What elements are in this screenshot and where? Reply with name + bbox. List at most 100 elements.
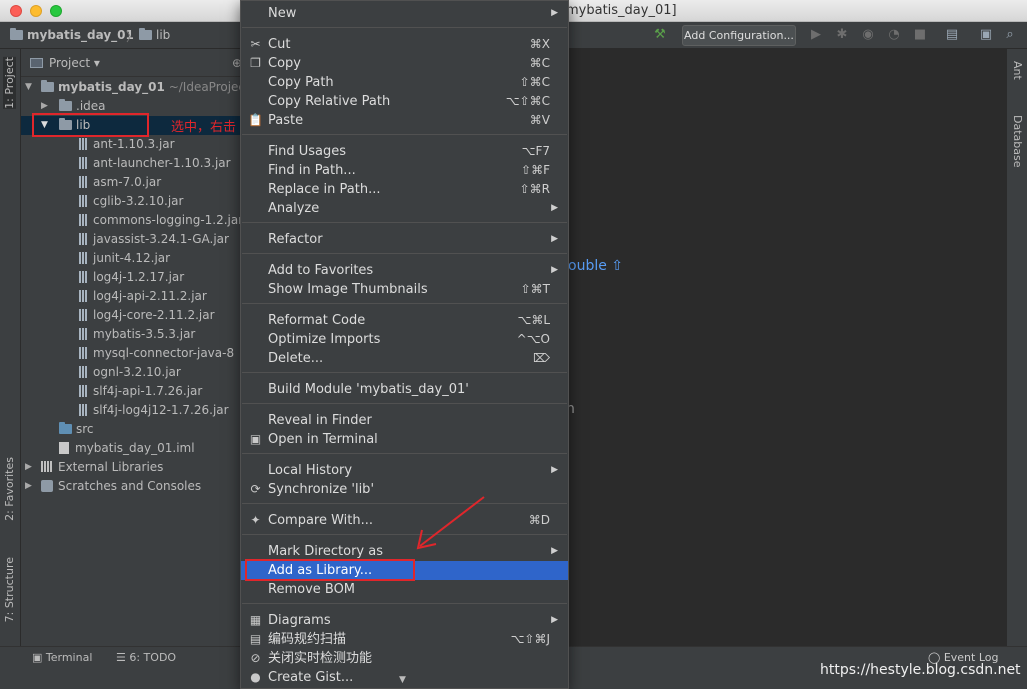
- menu-item-open-in-terminal[interactable]: ▣ Open in Terminal: [241, 430, 568, 449]
- tree-item-jar[interactable]: log4j-1.2.17.jar: [21, 268, 242, 287]
- project-view-selector[interactable]: Project ▾: [49, 56, 100, 70]
- menu-item-reformat-code[interactable]: Reformat Code ⌥⌘L: [241, 311, 568, 330]
- minimize-window-button[interactable]: [30, 5, 42, 17]
- tree-item-jar[interactable]: commons-logging-1.2.jar: [21, 211, 242, 230]
- jar-icon: [79, 404, 87, 416]
- menu-item-local-history[interactable]: Local History ▶: [241, 461, 568, 480]
- jar-icon: [79, 347, 87, 359]
- expanded-arrow-icon[interactable]: ▼: [25, 78, 32, 97]
- coverage-icon[interactable]: ◉: [860, 27, 876, 43]
- github-icon: ●: [250, 670, 261, 684]
- terminal-icon[interactable]: ▣: [978, 27, 994, 43]
- close-window-button[interactable]: [10, 5, 22, 17]
- search-everywhere-icon[interactable]: ⌕: [1002, 27, 1018, 43]
- annotation-text: 选中，右击: [171, 120, 237, 135]
- project-tree: ▼ mybatis_day_01 ~/IdeaProjects ▶ .idea …: [21, 78, 242, 496]
- tree-item-jar[interactable]: ant-launcher-1.10.3.jar: [21, 154, 242, 173]
- terminal-icon: ▣: [32, 651, 46, 664]
- jar-icon: [79, 271, 87, 283]
- folder-icon: [59, 99, 72, 111]
- tree-item-jar[interactable]: junit-4.12.jar: [21, 249, 242, 268]
- add-configuration-button[interactable]: Add Configuration...: [682, 25, 796, 46]
- menu-item-delete[interactable]: Delete... ⌦: [241, 349, 568, 368]
- breadcrumb-separator: 〉: [126, 30, 139, 44]
- menu-item-compare-with[interactable]: ✦ Compare With... ⌘D: [241, 511, 568, 530]
- menu-item-replace-in-path[interactable]: Replace in Path... ⇧⌘R: [241, 180, 568, 199]
- menu-item-cut[interactable]: ✂ Cut ⌘X: [241, 35, 568, 54]
- jar-icon: [79, 252, 87, 264]
- jar-icon: [79, 290, 87, 302]
- tab-terminal[interactable]: ▣ Terminal: [32, 651, 92, 664]
- tab-favorites[interactable]: 2: Favorites: [3, 457, 16, 521]
- tree-item-src[interactable]: src: [21, 420, 242, 439]
- module-file-icon: [59, 442, 69, 454]
- menu-item-code-scan[interactable]: ▤ 编码规约扫描 ⌥⇧⌘J: [241, 630, 568, 649]
- tree-item-jar[interactable]: slf4j-log4j12-1.7.26.jar: [21, 401, 242, 420]
- scan-icon: ▤: [249, 632, 262, 646]
- tree-item-jar[interactable]: cglib-3.2.10.jar: [21, 192, 242, 211]
- scratches-icon: [41, 480, 53, 492]
- tree-item-jar[interactable]: mybatis-3.5.3.jar: [21, 325, 242, 344]
- zoom-window-button[interactable]: [50, 5, 62, 17]
- refresh-icon: ⟳: [250, 482, 261, 496]
- submenu-arrow-icon: ▶: [551, 465, 558, 475]
- project-structure-icon[interactable]: ▤: [944, 27, 960, 43]
- build-hammer-icon[interactable]: ⚒: [652, 27, 668, 43]
- menu-scroll-down-icon[interactable]: ▼: [399, 675, 406, 685]
- tab-structure[interactable]: 7: Structure: [3, 557, 16, 622]
- collapsed-arrow-icon[interactable]: ▶: [25, 477, 32, 496]
- menu-separator: [242, 603, 567, 604]
- jar-icon: [79, 195, 87, 207]
- menu-item-synchronize[interactable]: ⟳ Synchronize 'lib': [241, 480, 568, 499]
- menu-item-diagrams[interactable]: ▦ Diagrams ▶: [241, 611, 568, 630]
- jar-icon: [79, 385, 87, 397]
- menu-item-add-to-favorites[interactable]: Add to Favorites ▶: [241, 261, 568, 280]
- diagram-icon: ▦: [249, 613, 262, 627]
- menu-item-copy[interactable]: ❐ Copy ⌘C: [241, 54, 568, 73]
- tree-item-jar[interactable]: mysql-connector-java-8: [21, 344, 242, 363]
- tab-ant[interactable]: Ant: [1011, 61, 1024, 80]
- tree-item-external-libraries[interactable]: ▶ External Libraries: [21, 458, 242, 477]
- menu-item-new[interactable]: New ▶: [241, 4, 568, 23]
- menu-item-find-usages[interactable]: Find Usages ⌥F7: [241, 142, 568, 161]
- tree-item-jar[interactable]: log4j-api-2.11.2.jar: [21, 287, 242, 306]
- tree-item-jar[interactable]: slf4j-api-1.7.26.jar: [21, 382, 242, 401]
- debug-icon[interactable]: ✱: [834, 27, 850, 43]
- breadcrumb-lib[interactable]: lib: [139, 28, 170, 42]
- menu-item-paste[interactable]: 📋 Paste ⌘V: [241, 111, 568, 130]
- menu-item-copy-relative-path[interactable]: Copy Relative Path ⌥⇧⌘C: [241, 92, 568, 111]
- menu-item-disable-realtime-check[interactable]: ⊘ 关闭实时检测功能: [241, 649, 568, 668]
- stop-icon[interactable]: ■: [912, 27, 928, 43]
- menu-item-find-in-path[interactable]: Find in Path... ⇧⌘F: [241, 161, 568, 180]
- tree-item-iml[interactable]: mybatis_day_01.iml: [21, 439, 242, 458]
- tree-item-jar[interactable]: javassist-3.24.1-GA.jar: [21, 230, 242, 249]
- breadcrumb-project[interactable]: mybatis_day_01: [10, 28, 134, 42]
- menu-item-remove-bom[interactable]: Remove BOM: [241, 580, 568, 599]
- folder-icon: [139, 28, 152, 40]
- menu-item-refactor[interactable]: Refactor ▶: [241, 230, 568, 249]
- tab-database[interactable]: Database: [1011, 115, 1024, 168]
- run-icon[interactable]: ▶: [808, 27, 824, 43]
- tree-item-scratches[interactable]: ▶ Scratches and Consoles: [21, 477, 242, 496]
- tree-item-jar[interactable]: asm-7.0.jar: [21, 173, 242, 192]
- tree-item-jar[interactable]: log4j-core-2.11.2.jar: [21, 306, 242, 325]
- menu-item-show-image-thumbnails[interactable]: Show Image Thumbnails ⇧⌘T: [241, 280, 568, 299]
- tree-item-root[interactable]: ▼ mybatis_day_01 ~/IdeaProjects: [21, 78, 242, 97]
- submenu-arrow-icon: ▶: [551, 8, 558, 18]
- menu-item-analyze[interactable]: Analyze ▶: [241, 199, 568, 218]
- tab-project[interactable]: 1: Project: [3, 57, 16, 109]
- collapsed-arrow-icon[interactable]: ▶: [25, 458, 32, 477]
- profile-icon[interactable]: ◔: [886, 27, 902, 43]
- menu-item-reveal-in-finder[interactable]: Reveal in Finder: [241, 411, 568, 430]
- left-tool-strip: 1: Project 2: Favorites 7: Structure: [0, 49, 21, 646]
- tab-todo[interactable]: ☰ 6: TODO: [116, 651, 176, 664]
- menu-item-optimize-imports[interactable]: Optimize Imports ^⌥O: [241, 330, 568, 349]
- jar-icon: [79, 328, 87, 340]
- menu-item-copy-path[interactable]: Copy Path ⇧⌘C: [241, 73, 568, 92]
- watermark: https://hestyle.blog.csdn.net: [820, 662, 1021, 678]
- tree-item-jar[interactable]: ant-1.10.3.jar: [21, 135, 242, 154]
- menu-item-build-module[interactable]: Build Module 'mybatis_day_01': [241, 380, 568, 399]
- menu-separator: [242, 27, 567, 28]
- tree-item-jar[interactable]: ognl-3.2.10.jar: [21, 363, 242, 382]
- compare-icon: ✦: [250, 513, 261, 527]
